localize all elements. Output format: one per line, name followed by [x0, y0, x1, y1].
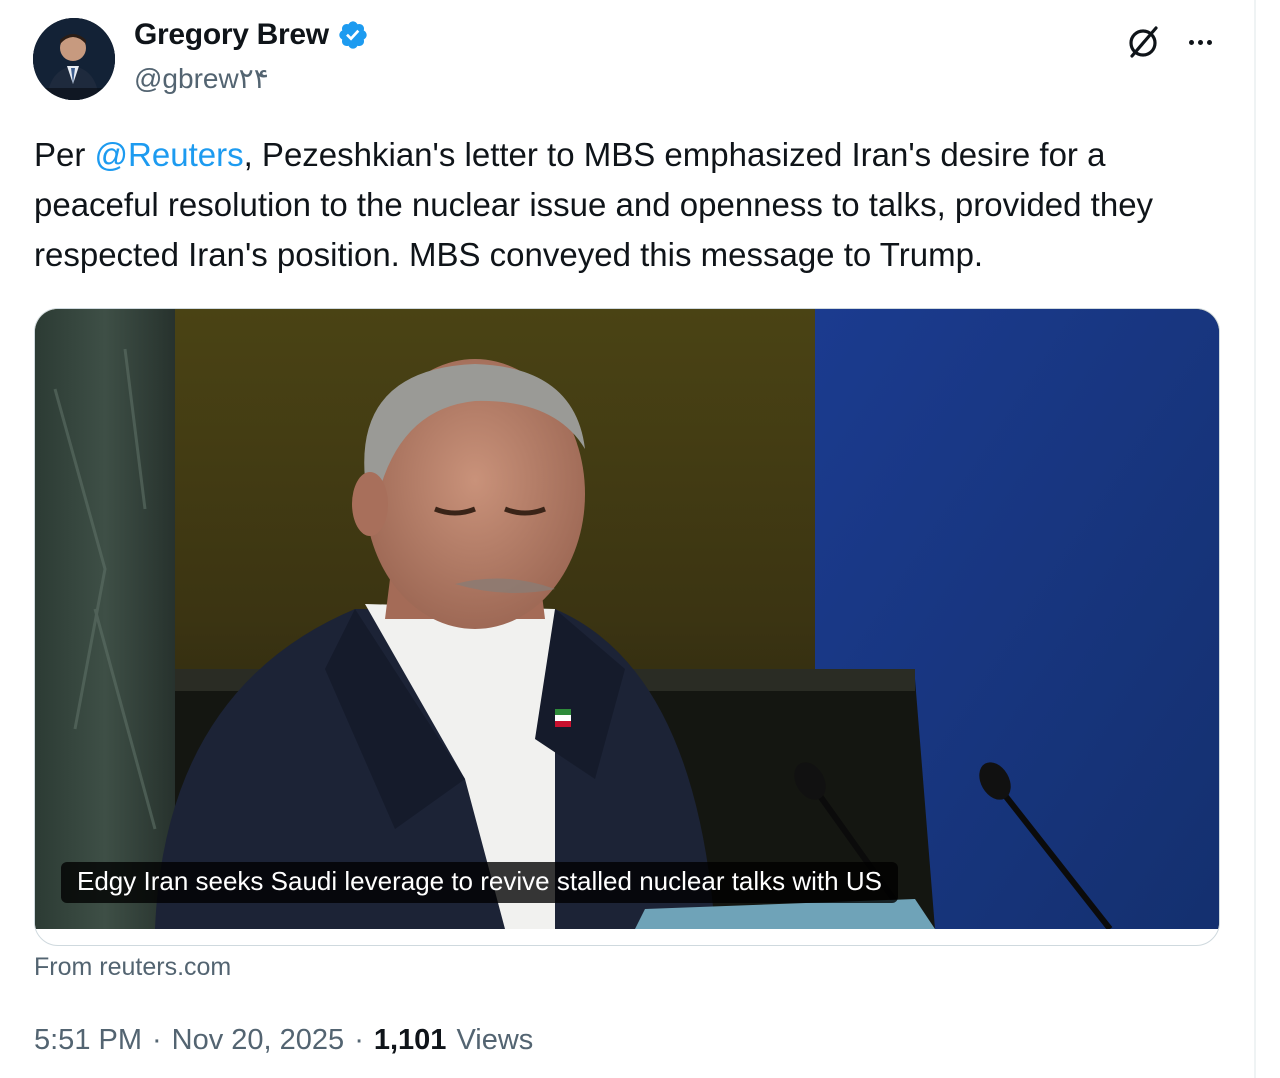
- meta-separator: ·: [354, 1024, 364, 1056]
- views-count: 1,101: [373, 1024, 447, 1056]
- author-handle[interactable]: @gbrew۲۴: [134, 62, 269, 95]
- tweet-date[interactable]: Nov 20, 2025: [172, 1024, 345, 1057]
- tweet-meta: 5:51 PM · Nov 20, 2025 · 1,101 Views: [34, 1024, 533, 1057]
- more-dot-icon: [1188, 39, 1194, 45]
- more-dot-icon: [1206, 39, 1212, 45]
- author-name[interactable]: Gregory Brew: [134, 18, 369, 52]
- more-dot-icon: [1197, 39, 1203, 45]
- card-source[interactable]: From reuters.com: [34, 953, 231, 982]
- author-name-text: Gregory Brew: [134, 18, 329, 51]
- timeline-divider: [1254, 0, 1256, 1078]
- views-label: Views: [456, 1024, 534, 1056]
- tweet-time[interactable]: 5:51 PM: [34, 1024, 142, 1057]
- link-card[interactable]: Edgy Iran seeks Saudi leverage to revive…: [34, 308, 1220, 946]
- grok-icon[interactable]: [1124, 22, 1164, 62]
- grok-slash-circle-icon: [1129, 26, 1158, 58]
- author-avatar[interactable]: [33, 18, 115, 100]
- tweet-text: Per @Reuters, Pezeshkian's letter to MBS…: [34, 130, 1224, 280]
- verified-badge-icon: [339, 21, 367, 49]
- mention-link[interactable]: @Reuters: [95, 136, 244, 173]
- more-options-button[interactable]: [1180, 22, 1220, 62]
- tweet-text-prefix: Per: [34, 136, 95, 173]
- card-headline[interactable]: Edgy Iran seeks Saudi leverage to revive…: [61, 862, 898, 903]
- meta-separator: ·: [152, 1024, 162, 1056]
- article-photo: [35, 309, 1219, 929]
- person-avatar-icon: [33, 18, 115, 100]
